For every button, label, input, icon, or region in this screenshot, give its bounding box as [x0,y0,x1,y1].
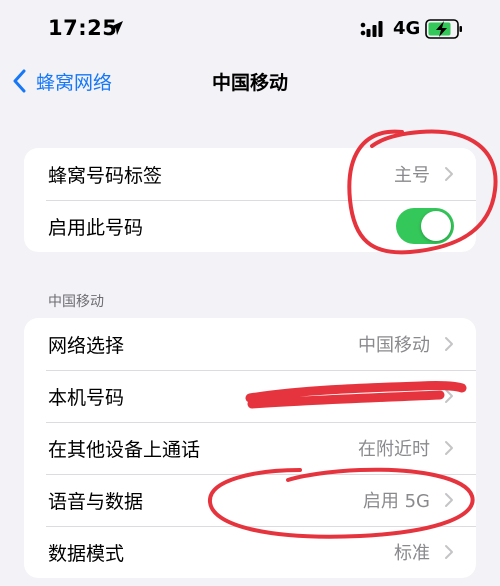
row-voice-data[interactable]: 语音与数据 启用 5G [24,474,476,526]
row-network-selection[interactable]: 网络选择 中国移动 [24,318,476,370]
section-header: 中国移动 [48,294,104,310]
row-value: 标准 [394,543,430,564]
row-label: 蜂窝号码标签 [48,164,163,187]
row-value: 中国移动 [358,335,430,356]
row-my-number[interactable]: 本机号码 [24,370,476,422]
settings-group-number: 蜂窝号码标签 主号 启用此号码 [24,148,476,252]
network-type: 4G [393,18,421,39]
chevron-right-icon [445,493,453,507]
chevron-right-icon [445,389,453,403]
row-calls-other-devices[interactable]: 在其他设备上通话 在附近时 [24,422,476,474]
row-data-mode[interactable]: 数据模式 标准 [24,526,476,578]
row-label: 本机号码 [48,386,125,409]
navigation-bar: 蜂窝网络 中国移动 [0,58,500,106]
row-cellular-label[interactable]: 蜂窝号码标签 主号 [24,148,476,200]
enable-number-toggle[interactable] [396,208,454,244]
row-label: 在其他设备上通话 [48,438,201,461]
row-enable-number: 启用此号码 [24,200,476,252]
location-arrow-icon [109,21,123,35]
chevron-right-icon [445,545,453,559]
row-value: 在附近时 [358,439,430,460]
row-value: 启用 5G [362,491,430,512]
settings-group-carrier: 网络选择 中国移动 本机号码 在其他设备上通话 在附近时 语音与数据 启用 5G… [24,318,476,578]
chevron-right-icon [445,337,453,351]
row-label: 语音与数据 [48,490,144,513]
row-label: 网络选择 [48,334,125,357]
row-label: 数据模式 [48,542,125,565]
row-label: 启用此号码 [48,216,144,239]
toggle-knob [421,211,451,241]
status-bar: 17:25 4G [0,0,500,58]
chevron-right-icon [445,441,453,455]
chevron-right-icon [445,167,453,181]
page-title: 中国移动 [211,72,288,94]
battery-charging-icon [425,19,462,39]
status-time: 17:25 [48,16,118,40]
cellular-signal-icon [360,21,383,37]
row-value: 主号 [394,165,430,186]
